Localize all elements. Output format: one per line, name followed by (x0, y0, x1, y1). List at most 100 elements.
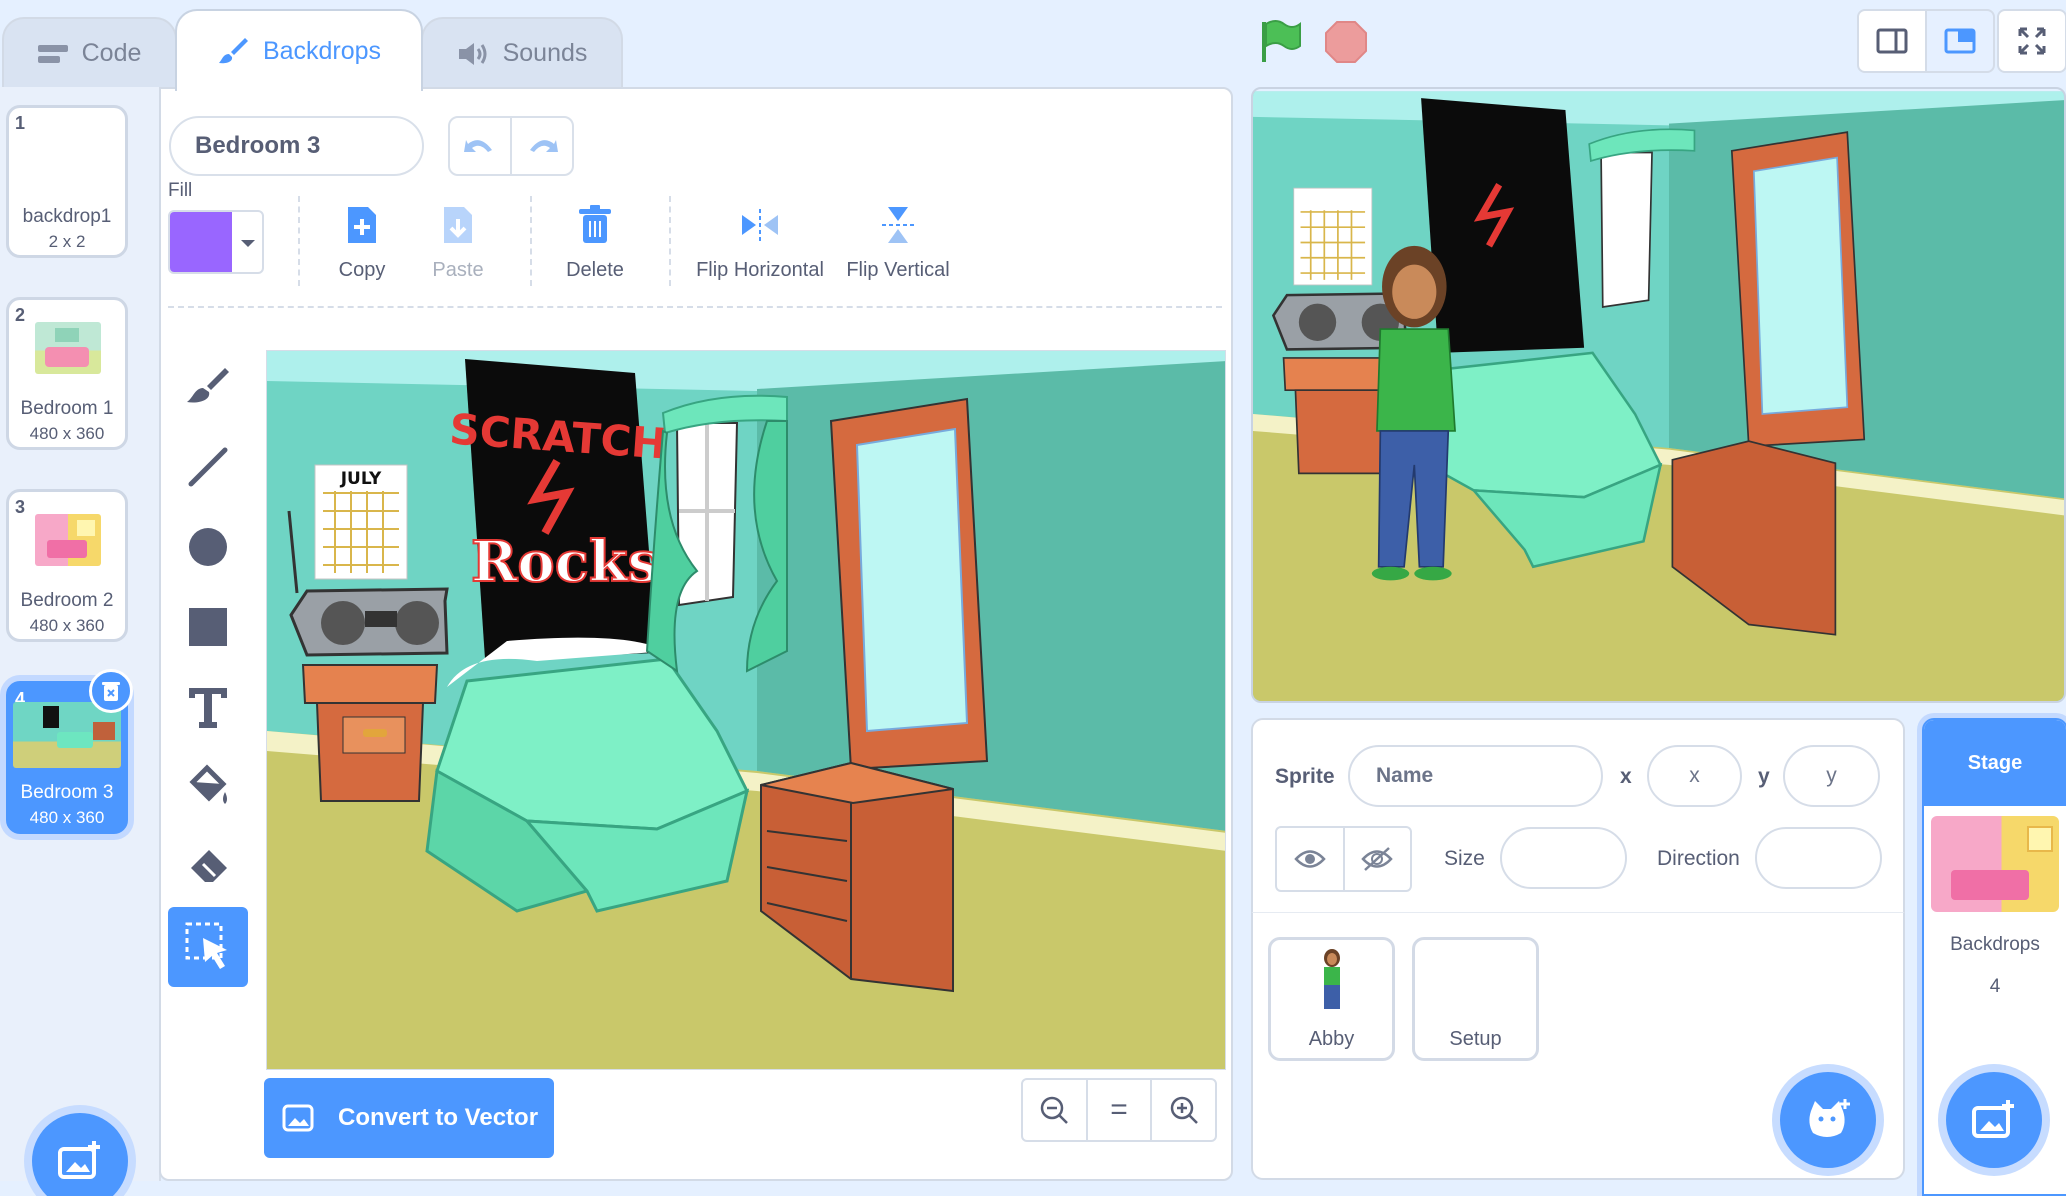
stage-canvas[interactable] (1251, 87, 2066, 703)
backdrop-item[interactable]: 2 Bedroom 1 480 x 360 (6, 297, 128, 450)
backdrop-name: Bedroom 1 (20, 398, 114, 419)
undo-button[interactable] (448, 116, 512, 176)
select-tool[interactable] (168, 907, 248, 987)
sprite-tile-setup[interactable]: Setup (1412, 937, 1539, 1061)
green-flag-button[interactable] (1258, 18, 1306, 66)
trash-icon (102, 682, 120, 701)
redo-icon (530, 140, 558, 152)
flip-vertical-button[interactable]: Flip Vertical (838, 205, 958, 282)
eraser-tool[interactable] (168, 827, 248, 907)
choose-backdrop-button[interactable] (32, 1113, 128, 1196)
visibility-toggle (1275, 826, 1412, 892)
tab-code[interactable]: Code (2, 17, 177, 88)
backdrop-thumbnail (35, 514, 101, 566)
backdrop-name: Bedroom 3 (20, 782, 114, 803)
toolbar-divider (168, 306, 1222, 308)
flip-horizontal-icon (742, 209, 778, 241)
backdrop-name: Bedroom 2 (20, 590, 114, 611)
zoom-out-icon (1041, 1096, 1069, 1124)
backdrops-label: Backdrops (1950, 934, 2040, 955)
sprite-label: Sprite (1275, 765, 1335, 788)
flip-vertical-label: Flip Vertical (846, 259, 950, 281)
backdrop-name: backdrop1 (22, 206, 112, 227)
tab-sounds-label: Sounds (502, 39, 588, 67)
stage-thumbnail (1931, 816, 2059, 912)
circle-tool[interactable] (168, 507, 248, 587)
bedroom-artwork: JULY SCRATCH Rocks (267, 351, 1225, 1069)
add-image-icon (58, 1141, 100, 1179)
sprite-name: Abby (1308, 1028, 1355, 1050)
brush-tool[interactable] (168, 347, 248, 427)
copy-label: Copy (338, 259, 386, 281)
fullscreen-icon (2018, 27, 2046, 55)
backdrop-number: 2 (15, 305, 26, 325)
stage-header: Stage (1924, 720, 2066, 806)
stop-button[interactable] (1322, 18, 1370, 66)
paste-label: Paste (432, 259, 484, 281)
choose-sprite-button[interactable] (1780, 1072, 1876, 1168)
paste-icon (444, 207, 472, 243)
add-image-icon (1972, 1100, 2014, 1138)
trash-icon (579, 205, 611, 243)
speaker-icon (458, 42, 487, 65)
large-stage-button[interactable] (1925, 9, 1995, 73)
sprite-tile-abby[interactable]: Abby (1268, 937, 1395, 1061)
fill-swatch (170, 212, 232, 272)
hide-sprite-button[interactable] (1345, 828, 1411, 890)
zoom-in-button[interactable] (1152, 1080, 1215, 1140)
eraser-icon (191, 850, 227, 882)
small-stage-button[interactable] (1857, 9, 1927, 73)
flip-horizontal-label: Flip Horizontal (696, 259, 824, 281)
backdrops-count: 4 (1989, 976, 2001, 997)
paste-button[interactable]: Paste (418, 205, 498, 282)
backdrop-size: 2 x 2 (48, 232, 86, 251)
direction-input[interactable] (1755, 827, 1882, 889)
convert-to-vector-button[interactable]: Convert to Vector (264, 1078, 554, 1158)
flip-horizontal-button[interactable]: Flip Horizontal (690, 205, 830, 282)
size-input[interactable] (1500, 827, 1627, 889)
fill-tool[interactable] (168, 747, 248, 827)
rectangle-tool[interactable] (168, 587, 248, 667)
undo-icon (464, 140, 492, 152)
tab-backdrops[interactable]: Backdrops (175, 9, 423, 91)
copy-button[interactable]: Copy (322, 205, 402, 282)
text-tool[interactable] (168, 667, 248, 747)
code-icon (37, 44, 68, 63)
show-sprite-button[interactable] (1277, 828, 1345, 890)
y-label: y (1758, 765, 1770, 788)
paint-canvas[interactable]: JULY SCRATCH Rocks (266, 350, 1226, 1070)
fill-color-picker[interactable] (168, 210, 264, 274)
fullscreen-button[interactable] (1997, 9, 2066, 73)
zoom-reset-button[interactable]: = (1088, 1080, 1153, 1140)
text-icon (189, 688, 227, 728)
x-input[interactable]: x (1647, 745, 1742, 807)
sprite-name-input[interactable]: Name (1348, 745, 1603, 807)
sprite-name: Setup (1449, 1028, 1502, 1050)
image-icon (282, 1104, 314, 1132)
abby-thumbnail (1323, 949, 1340, 1009)
y-input[interactable]: y (1783, 745, 1880, 807)
stop-icon (1325, 21, 1367, 63)
zoom-in-icon (1170, 1096, 1198, 1124)
zoom-out-button[interactable] (1023, 1080, 1088, 1140)
delete-label: Delete (566, 259, 624, 281)
rectangle-icon (189, 608, 227, 646)
backdrop-item[interactable]: 1 backdrop1 2 x 2 (6, 105, 128, 258)
convert-label: Convert to Vector (338, 1104, 539, 1131)
backdrop-thumbnail (35, 322, 101, 374)
paint-bucket-icon (189, 764, 227, 804)
delete-button[interactable]: Delete (555, 205, 635, 282)
backdrop-number: 1 (15, 113, 26, 133)
line-tool[interactable] (168, 427, 248, 507)
choose-backdrop-stage-button[interactable] (1946, 1072, 2042, 1168)
delete-backdrop-button[interactable] (89, 669, 133, 713)
backdrop-size: 480 x 360 (29, 424, 105, 443)
line-icon (188, 447, 228, 487)
select-icon (185, 922, 227, 969)
fill-label: Fill (168, 180, 193, 201)
tab-sounds[interactable]: Sounds (421, 17, 623, 88)
x-label: x (1620, 765, 1632, 788)
costume-name-input[interactable]: Bedroom 3 (169, 116, 424, 176)
backdrop-item[interactable]: 3 Bedroom 2 480 x 360 (6, 489, 128, 642)
redo-button[interactable] (510, 116, 574, 176)
